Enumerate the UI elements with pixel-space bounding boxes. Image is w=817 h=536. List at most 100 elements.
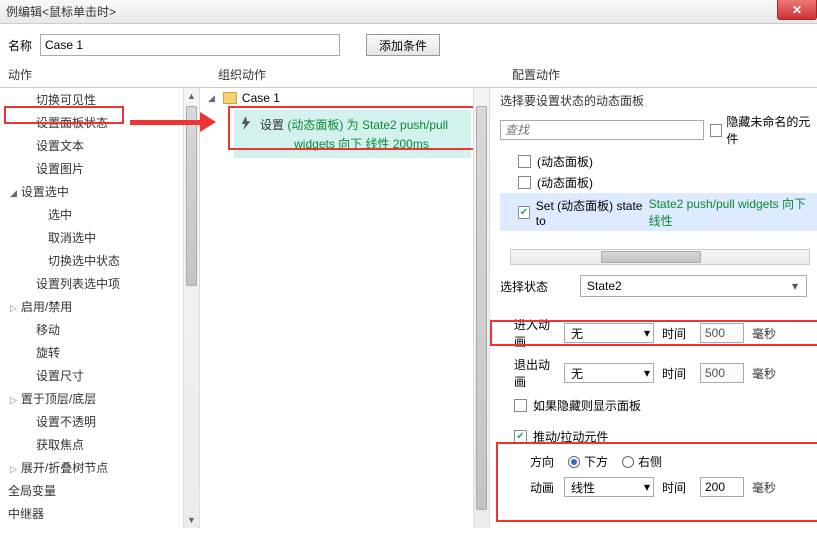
tree-item[interactable]: 移动 bbox=[0, 318, 199, 341]
dir-right-label: 右侧 bbox=[638, 453, 662, 470]
enter-anim-value: 无 bbox=[571, 325, 583, 342]
push-pull-option[interactable]: 推动/拉动元件 bbox=[500, 424, 817, 449]
config-panel: 选择要设置状态的动态面板 隐藏未命名的元件 (动态面板) (动态面板) Set (动… bbox=[490, 88, 817, 528]
tree-item[interactable]: 切换选中状态 bbox=[0, 249, 199, 272]
push-anim-label: 动画 bbox=[516, 479, 556, 496]
tree-item[interactable]: 设置列表选中项 bbox=[0, 272, 199, 295]
case-actions-panel: Case 1 设置 (动态面板) 为 State2 push/pull widg… bbox=[200, 88, 490, 528]
panel-checkbox[interactable] bbox=[518, 155, 531, 168]
panel-checkbox[interactable] bbox=[518, 176, 531, 189]
header-org-actions: 组织动作 bbox=[212, 66, 502, 83]
tree-item[interactable]: 设置文本 bbox=[0, 134, 199, 157]
panel-label-green: State2 push/pull widgets 向下 线性 bbox=[649, 195, 813, 229]
panel-checkbox[interactable] bbox=[518, 206, 530, 219]
action-line2: widgets 向下 线性 200ms bbox=[260, 135, 463, 152]
tree-item[interactable]: 其他 bbox=[0, 525, 199, 528]
scroll-thumb[interactable] bbox=[601, 251, 701, 263]
tree-item[interactable]: 设置选中 bbox=[0, 180, 199, 203]
tree-item[interactable]: 获取焦点 bbox=[0, 433, 199, 456]
tree-item[interactable]: 设置尺寸 bbox=[0, 364, 199, 387]
bolt-icon bbox=[240, 116, 252, 130]
push-time-input[interactable] bbox=[700, 477, 744, 497]
enter-time-label: 时间 bbox=[662, 325, 692, 342]
enter-anim-combo[interactable]: 无 ▾ bbox=[564, 323, 654, 343]
action-node[interactable]: 设置 (动态面板) 为 State2 push/pull widgets 向下 … bbox=[234, 110, 471, 158]
tree-item[interactable]: 切换可见性 bbox=[0, 88, 199, 111]
dir-below-option[interactable]: 下方 bbox=[568, 453, 608, 470]
dir-right-option[interactable]: 右侧 bbox=[622, 453, 662, 470]
add-condition-button[interactable]: 添加条件 bbox=[366, 34, 440, 56]
h-scrollbar[interactable] bbox=[510, 249, 810, 265]
enter-anim-label: 进入动画 bbox=[500, 316, 556, 350]
tree-item[interactable]: 旋转 bbox=[0, 341, 199, 364]
scroll-thumb[interactable] bbox=[186, 106, 197, 286]
chevron-down-icon: ▾ bbox=[644, 480, 650, 494]
push-anim-value: 线性 bbox=[571, 479, 595, 496]
push-unit: 毫秒 bbox=[752, 479, 776, 496]
action-prefix: 设置 bbox=[260, 118, 287, 132]
mid-scrollbar[interactable] bbox=[473, 88, 489, 528]
exit-time-label: 时间 bbox=[662, 365, 692, 382]
select-state-label: 选择状态 bbox=[500, 278, 570, 295]
tree-item[interactable]: 设置不透明 bbox=[0, 410, 199, 433]
panel-item[interactable]: (动态面板) bbox=[500, 172, 817, 193]
select-state-combo[interactable]: State2 ▾ bbox=[580, 275, 807, 297]
hide-unnamed-checkbox[interactable] bbox=[710, 124, 722, 137]
header-config-actions: 配置动作 bbox=[502, 66, 560, 83]
panel-item[interactable]: (动态面板) bbox=[500, 151, 817, 172]
direction-label: 方向 bbox=[530, 453, 554, 470]
exit-time-input bbox=[700, 363, 744, 383]
left-scrollbar[interactable]: ▲ ▼ bbox=[183, 88, 199, 528]
folder-icon bbox=[223, 92, 237, 104]
name-label: 名称 bbox=[8, 37, 32, 54]
tree-item[interactable]: 中继器 bbox=[0, 502, 199, 525]
enter-time-input bbox=[700, 323, 744, 343]
scroll-thumb[interactable] bbox=[476, 106, 487, 510]
chevron-down-icon: ▾ bbox=[644, 366, 650, 380]
show-if-hidden-checkbox[interactable] bbox=[514, 399, 527, 412]
header-actions: 动作 bbox=[0, 66, 212, 83]
exit-anim-combo[interactable]: 无 ▾ bbox=[564, 363, 654, 383]
tree-item[interactable]: 置于顶层/底层 bbox=[0, 387, 199, 410]
case-node[interactable]: Case 1 bbox=[200, 88, 489, 108]
tree-item[interactable]: 展开/折叠树节点 bbox=[0, 456, 199, 479]
dir-below-label: 下方 bbox=[584, 453, 608, 470]
config-select-label: 选择要设置状态的动态面板 bbox=[500, 92, 817, 109]
dir-below-radio[interactable] bbox=[568, 456, 580, 468]
tree-item[interactable]: 选中 bbox=[0, 203, 199, 226]
chevron-down-icon: ▾ bbox=[644, 326, 650, 340]
enter-unit: 毫秒 bbox=[752, 325, 776, 342]
hide-unnamed-option[interactable]: 隐藏未命名的元件 bbox=[710, 113, 817, 147]
panel-label: (动态面板) bbox=[537, 153, 593, 170]
tree-item[interactable]: 设置图片 bbox=[0, 157, 199, 180]
action-green: (动态面板) 为 State2 push/pull bbox=[287, 118, 448, 132]
tree-item[interactable]: 全局变量 bbox=[0, 479, 199, 502]
push-pull-label: 推动/拉动元件 bbox=[533, 428, 608, 445]
exit-unit: 毫秒 bbox=[752, 365, 776, 382]
close-button[interactable]: ✕ bbox=[777, 0, 817, 20]
case-name-input[interactable] bbox=[40, 34, 340, 56]
scroll-up-icon[interactable]: ▲ bbox=[184, 88, 199, 104]
exit-anim-value: 无 bbox=[571, 365, 583, 382]
tree-item[interactable]: 取消选中 bbox=[0, 226, 199, 249]
show-if-hidden-label: 如果隐藏则显示面板 bbox=[533, 397, 641, 414]
scroll-down-icon[interactable]: ▼ bbox=[184, 512, 199, 528]
actions-tree[interactable]: 切换可见性设置面板状态设置文本设置图片设置选中选中取消选中切换选中状态设置列表选… bbox=[0, 88, 200, 528]
select-state-value: State2 bbox=[587, 279, 622, 293]
panel-label: (动态面板) bbox=[537, 174, 593, 191]
tree-item[interactable]: 设置面板状态 bbox=[0, 111, 199, 134]
push-pull-checkbox[interactable] bbox=[514, 430, 527, 443]
panel-label: Set (动态面板) state to bbox=[536, 197, 643, 228]
search-input[interactable] bbox=[500, 120, 704, 140]
case-label: Case 1 bbox=[242, 91, 280, 105]
tree-item[interactable]: 启用/禁用 bbox=[0, 295, 199, 318]
window-title: 例编辑<鼠标单击时> bbox=[6, 3, 116, 20]
push-anim-combo[interactable]: 线性 ▾ bbox=[564, 477, 654, 497]
close-icon: ✕ bbox=[792, 3, 802, 17]
panel-item[interactable]: Set (动态面板) state to State2 push/pull wid… bbox=[500, 193, 817, 231]
dir-right-radio[interactable] bbox=[622, 456, 634, 468]
chevron-down-icon: ▾ bbox=[787, 279, 803, 293]
show-if-hidden-option[interactable]: 如果隐藏则显示面板 bbox=[500, 393, 817, 418]
hide-unnamed-label: 隐藏未命名的元件 bbox=[726, 113, 817, 147]
exit-anim-label: 退出动画 bbox=[500, 356, 556, 390]
